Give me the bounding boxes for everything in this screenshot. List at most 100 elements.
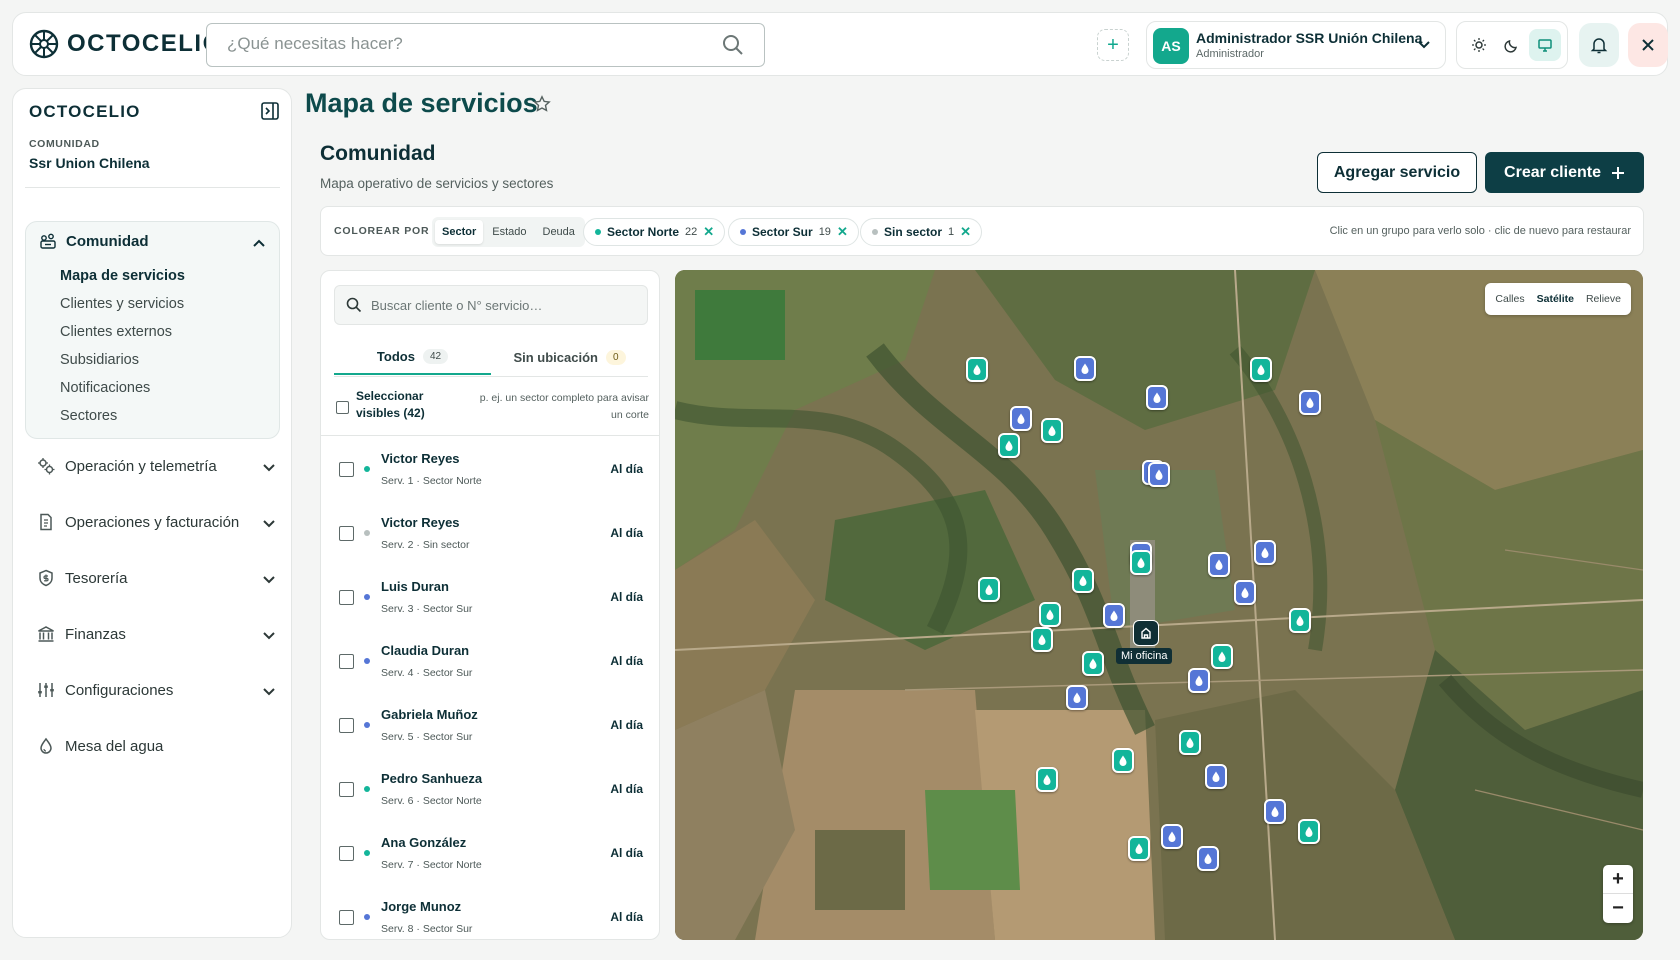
notifications-button[interactable]	[1579, 23, 1619, 67]
list-item[interactable]: Jorge Munoz Serv. 8 · Sector Sur Al día	[321, 885, 659, 939]
star-icon[interactable]	[533, 95, 551, 113]
sidebar-item-notificaciones[interactable]: Notificaciones	[60, 380, 150, 396]
service-marker[interactable]	[1082, 651, 1104, 676]
create-client-button[interactable]: Crear cliente	[1485, 152, 1644, 193]
service-marker[interactable]	[966, 357, 988, 382]
sidebar-item-mesa-del-agua[interactable]: Mesa del agua	[37, 737, 277, 755]
service-marker[interactable]	[1039, 602, 1061, 627]
service-marker[interactable]	[978, 577, 1000, 602]
service-marker[interactable]	[1211, 644, 1233, 669]
service-marker[interactable]	[1148, 462, 1170, 487]
dark-theme-button[interactable]	[1496, 29, 1528, 61]
zoom-out-button[interactable]: −	[1603, 894, 1633, 923]
add-service-button[interactable]: Agregar servicio	[1317, 152, 1477, 193]
row-checkbox[interactable]	[339, 654, 354, 669]
zoom-in-button[interactable]: +	[1603, 865, 1633, 894]
user-menu[interactable]: AS Administrador SSR Unión Chilena Admin…	[1146, 21, 1446, 69]
map-type-relieve[interactable]: Relieve	[1580, 293, 1627, 305]
service-marker[interactable]	[998, 433, 1020, 458]
list-item[interactable]: Luis Duran Serv. 3 · Sector Sur Al día	[321, 565, 659, 629]
service-marker[interactable]	[1072, 568, 1094, 593]
sidebar-item-mapa-de-servicios[interactable]: Mapa de servicios	[60, 268, 185, 284]
list-item[interactable]: Claudia Duran Serv. 4 · Sector Sur Al día	[321, 629, 659, 693]
service-marker[interactable]	[1161, 824, 1183, 849]
row-checkbox[interactable]	[339, 846, 354, 861]
theme-switcher	[1456, 21, 1568, 69]
global-search-input[interactable]	[227, 34, 707, 54]
sidebar-collapse-icon[interactable]	[260, 101, 280, 121]
service-marker[interactable]	[1041, 418, 1063, 443]
service-marker[interactable]	[1289, 608, 1311, 633]
list-item[interactable]: Ana González Serv. 7 · Sector Norte Al día	[321, 821, 659, 885]
client-search-input[interactable]	[371, 298, 631, 313]
service-marker[interactable]	[1188, 668, 1210, 693]
light-theme-button[interactable]	[1463, 29, 1495, 61]
service-marker[interactable]	[1250, 357, 1272, 382]
sidebar-item-operaciones-facturacion[interactable]: Operaciones y facturación	[37, 513, 277, 531]
sidebar-item-configuraciones[interactable]: Configuraciones	[37, 681, 277, 699]
sidebar-item-operacion-telemetria[interactable]: Operación y telemetría	[37, 457, 277, 475]
service-marker[interactable]	[1299, 390, 1321, 415]
row-checkbox[interactable]	[339, 782, 354, 797]
service-marker[interactable]	[1146, 385, 1168, 410]
chip-sector-norte[interactable]: Sector Norte 22 ✕	[583, 218, 726, 246]
quick-add-button[interactable]: +	[1097, 29, 1129, 61]
row-checkbox[interactable]	[339, 590, 354, 605]
service-marker[interactable]	[1197, 846, 1219, 871]
service-marker[interactable]	[1103, 603, 1125, 628]
office-marker[interactable]	[1133, 620, 1159, 646]
list-item[interactable]: Victor Reyes Serv. 1 · Sector Norte Al día	[321, 437, 659, 501]
search-icon[interactable]	[722, 34, 744, 56]
service-marker[interactable]	[1074, 356, 1096, 381]
global-search[interactable]	[206, 23, 765, 67]
client-search[interactable]	[334, 285, 648, 325]
map-type-satelite[interactable]: Satélite	[1531, 293, 1580, 305]
mode-sector-button[interactable]: Sector	[435, 220, 484, 244]
row-checkbox[interactable]	[339, 910, 354, 925]
sidebar-item-tesoreria[interactable]: Tesorería	[37, 569, 277, 587]
sidebar-group-header[interactable]: Comunidad	[39, 232, 149, 250]
sidebar-item-subsidiarios[interactable]: Subsidiarios	[60, 352, 139, 368]
select-all-checkbox[interactable]	[336, 401, 349, 414]
remove-icon[interactable]: ✕	[960, 224, 971, 240]
close-button[interactable]	[1628, 23, 1668, 67]
service-marker[interactable]	[1298, 819, 1320, 844]
services-map[interactable]: Mi oficina Calles Satélite Relieve + −	[675, 270, 1643, 940]
list-item[interactable]: Pedro Sanhueza Serv. 6 · Sector Norte Al d…	[321, 757, 659, 821]
list-item[interactable]: Victor Reyes Serv. 2 · Sin sector Al día	[321, 501, 659, 565]
list-item[interactable]: Gabriela Muñoz Serv. 5 · Sector Sur Al día	[321, 693, 659, 757]
service-marker[interactable]	[1254, 540, 1276, 565]
app-logo[interactable]: OCTOCELIO	[29, 29, 223, 59]
remove-icon[interactable]: ✕	[837, 224, 848, 240]
mode-deuda-button[interactable]: Deuda	[536, 220, 582, 244]
system-theme-button[interactable]	[1528, 29, 1561, 61]
service-marker[interactable]	[1130, 550, 1152, 575]
sidebar-item-sectores[interactable]: Sectores	[60, 408, 117, 424]
tab-todos[interactable]: Todos 42	[334, 339, 491, 375]
sidebar-item-clientes-y-servicios[interactable]: Clientes y servicios	[60, 296, 184, 312]
remove-icon[interactable]: ✕	[703, 224, 714, 240]
row-checkbox[interactable]	[339, 462, 354, 477]
service-marker[interactable]	[1112, 748, 1134, 773]
chevron-up-icon[interactable]	[251, 236, 267, 252]
tab-sin-ubicacion[interactable]: Sin ubicación 0	[491, 339, 648, 375]
service-marker[interactable]	[1208, 552, 1230, 577]
sidebar-item-finanzas[interactable]: Finanzas	[37, 625, 277, 643]
map-type-calles[interactable]: Calles	[1489, 293, 1530, 305]
chip-sin-sector[interactable]: Sin sector 1 ✕	[860, 218, 983, 246]
service-marker[interactable]	[1128, 836, 1150, 861]
row-checkbox[interactable]	[339, 526, 354, 541]
service-marker[interactable]	[1234, 580, 1256, 605]
service-marker[interactable]	[1066, 685, 1088, 710]
row-checkbox[interactable]	[339, 718, 354, 733]
service-marker[interactable]	[1264, 799, 1286, 824]
chip-sector-sur[interactable]: Sector Sur 19 ✕	[728, 218, 859, 246]
mode-estado-button[interactable]: Estado	[485, 220, 533, 244]
service-marker[interactable]	[1179, 730, 1201, 755]
sidebar-item-clientes-externos[interactable]: Clientes externos	[60, 324, 172, 340]
service-marker[interactable]	[1010, 406, 1032, 431]
map-type-switcher: Calles Satélite Relieve	[1485, 283, 1631, 315]
service-marker[interactable]	[1036, 767, 1058, 792]
service-marker[interactable]	[1205, 764, 1227, 789]
service-marker[interactable]	[1031, 627, 1053, 652]
